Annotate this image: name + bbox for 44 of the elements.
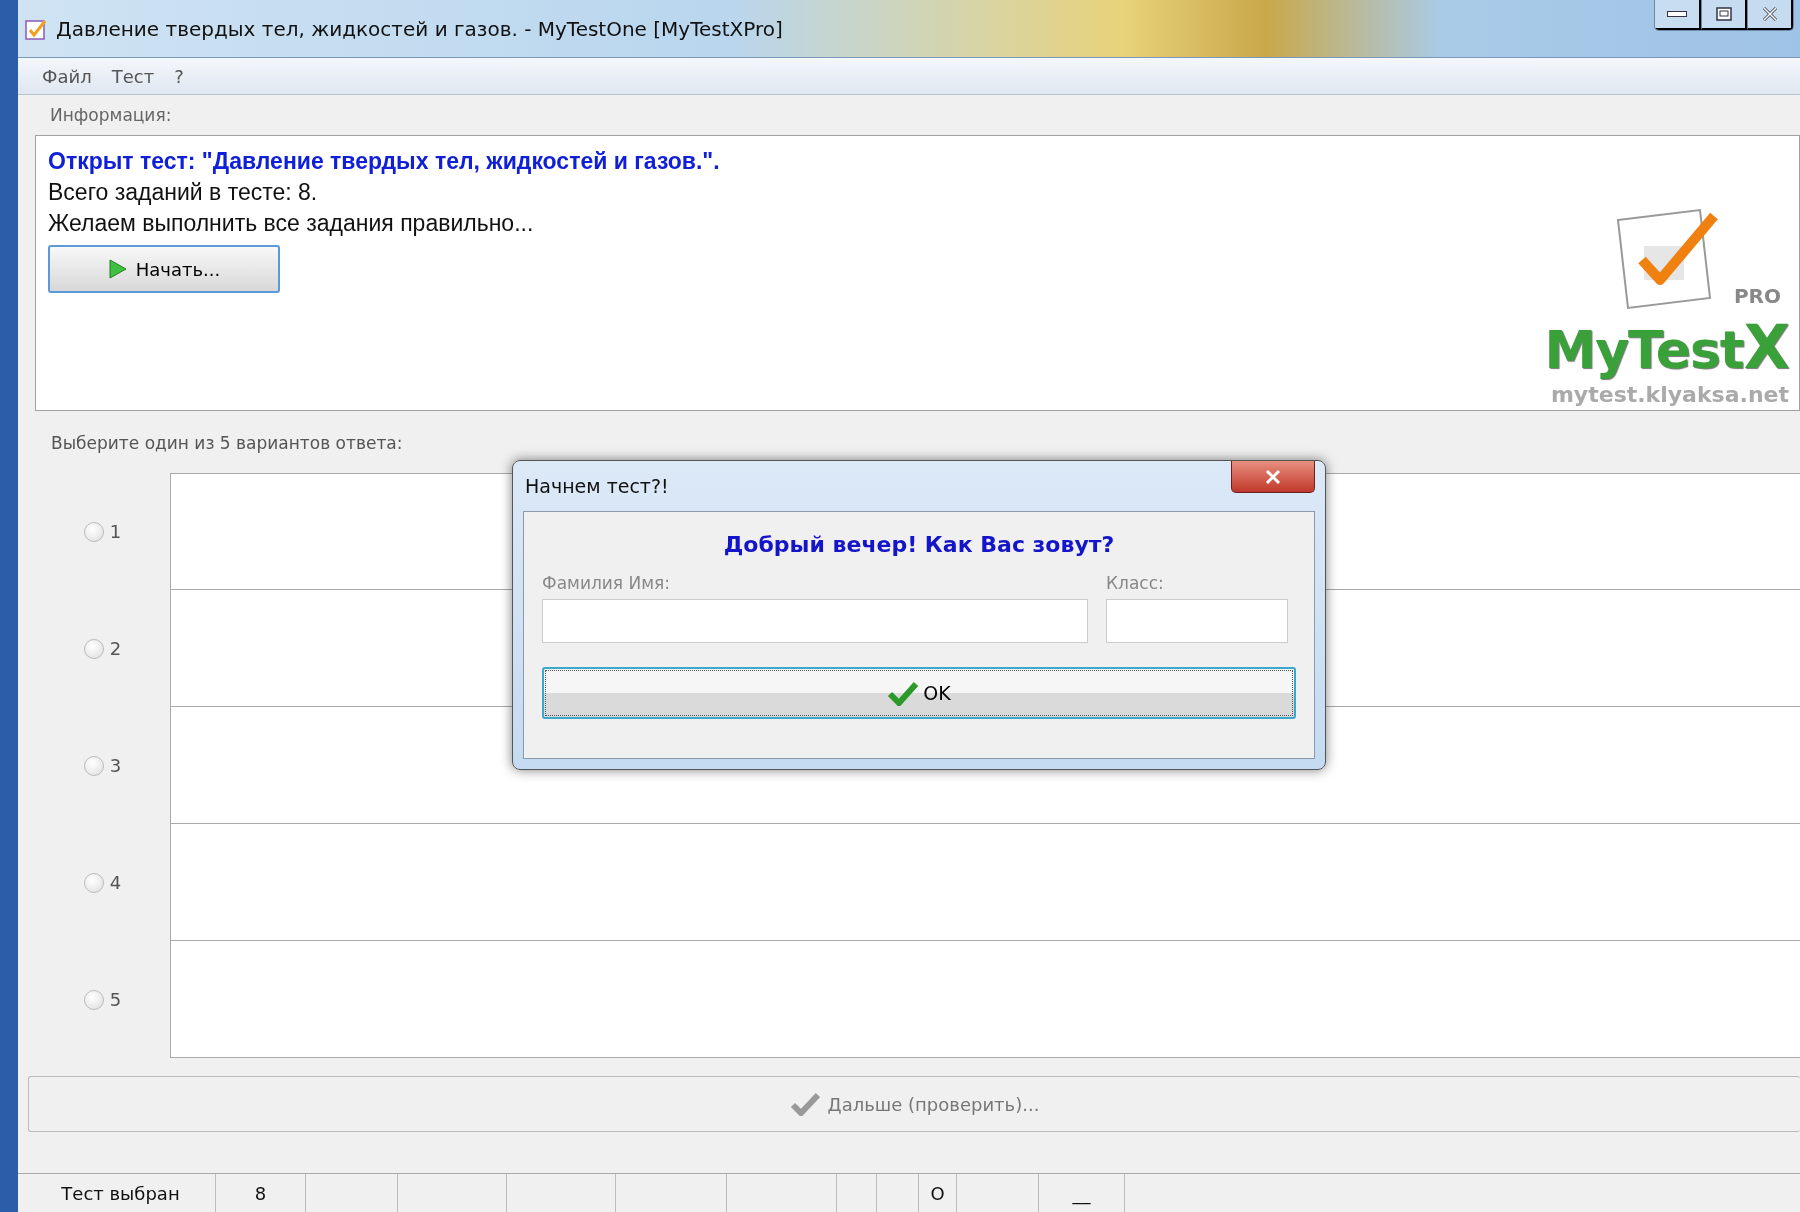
status-text: O bbox=[930, 1182, 945, 1204]
radio-button[interactable] bbox=[83, 521, 104, 542]
pro-label: PRO bbox=[1733, 284, 1781, 308]
answer-prompt: Выберите один из 5 вариантов ответа: bbox=[51, 433, 403, 453]
field-label: Фамилия Имя: bbox=[542, 573, 671, 593]
menu-item[interactable]: Тест bbox=[103, 63, 163, 89]
status-text: __ bbox=[1072, 1182, 1091, 1204]
status-text: Тест выбран bbox=[61, 1182, 180, 1204]
minimize-button[interactable] bbox=[1655, 0, 1701, 30]
radio-button[interactable] bbox=[83, 989, 104, 1010]
close-icon bbox=[1263, 468, 1283, 485]
status-text: 8 bbox=[254, 1182, 267, 1204]
maximize-icon bbox=[1713, 5, 1734, 23]
radio-button[interactable] bbox=[83, 755, 104, 776]
start-button[interactable]: Начать... bbox=[48, 245, 280, 293]
option-number: 4 bbox=[109, 872, 122, 893]
menu-item[interactable]: ? bbox=[166, 63, 192, 89]
play-icon bbox=[107, 258, 128, 280]
option-number: 1 bbox=[109, 521, 122, 542]
close-button[interactable] bbox=[1747, 0, 1793, 30]
section-label: Информация: bbox=[50, 105, 172, 125]
minimize-icon bbox=[1667, 11, 1687, 17]
class-input[interactable] bbox=[1106, 599, 1288, 643]
close-button[interactable] bbox=[1231, 461, 1315, 493]
option-number: 2 bbox=[109, 638, 122, 659]
website-address: mytest.klyaksa.net bbox=[1550, 382, 1789, 407]
radio-button[interactable] bbox=[83, 638, 104, 659]
option-number: 5 bbox=[109, 989, 122, 1010]
check-icon bbox=[887, 680, 920, 706]
name-input[interactable] bbox=[542, 599, 1088, 643]
option-number: 3 bbox=[109, 755, 122, 776]
greeting-text: Добрый вечер! Как Вас зовут? bbox=[722, 532, 1116, 557]
ok-button[interactable]: OK bbox=[542, 667, 1296, 719]
check-icon bbox=[789, 1092, 820, 1116]
menu-item[interactable]: Файл bbox=[34, 63, 100, 89]
window-title: Давление твердых тел, жидкостей и газов. - MyTestOne [MyTestXPro] bbox=[56, 16, 783, 41]
dialog-title: Начнем тест?! bbox=[524, 475, 670, 497]
maximize-button[interactable] bbox=[1701, 0, 1747, 30]
info-text: Всего заданий в тесте: 8. bbox=[48, 179, 318, 206]
info-text: Желаем выполнить все задания правильно... bbox=[48, 210, 534, 237]
test-heading: Открыт тест: "Давление твердых тел, жидкостей и газов.". bbox=[48, 148, 720, 175]
radio-button[interactable] bbox=[83, 872, 104, 893]
field-label: Класс: bbox=[1106, 573, 1165, 593]
logo-wordmark: MyTestX bbox=[1544, 312, 1789, 382]
